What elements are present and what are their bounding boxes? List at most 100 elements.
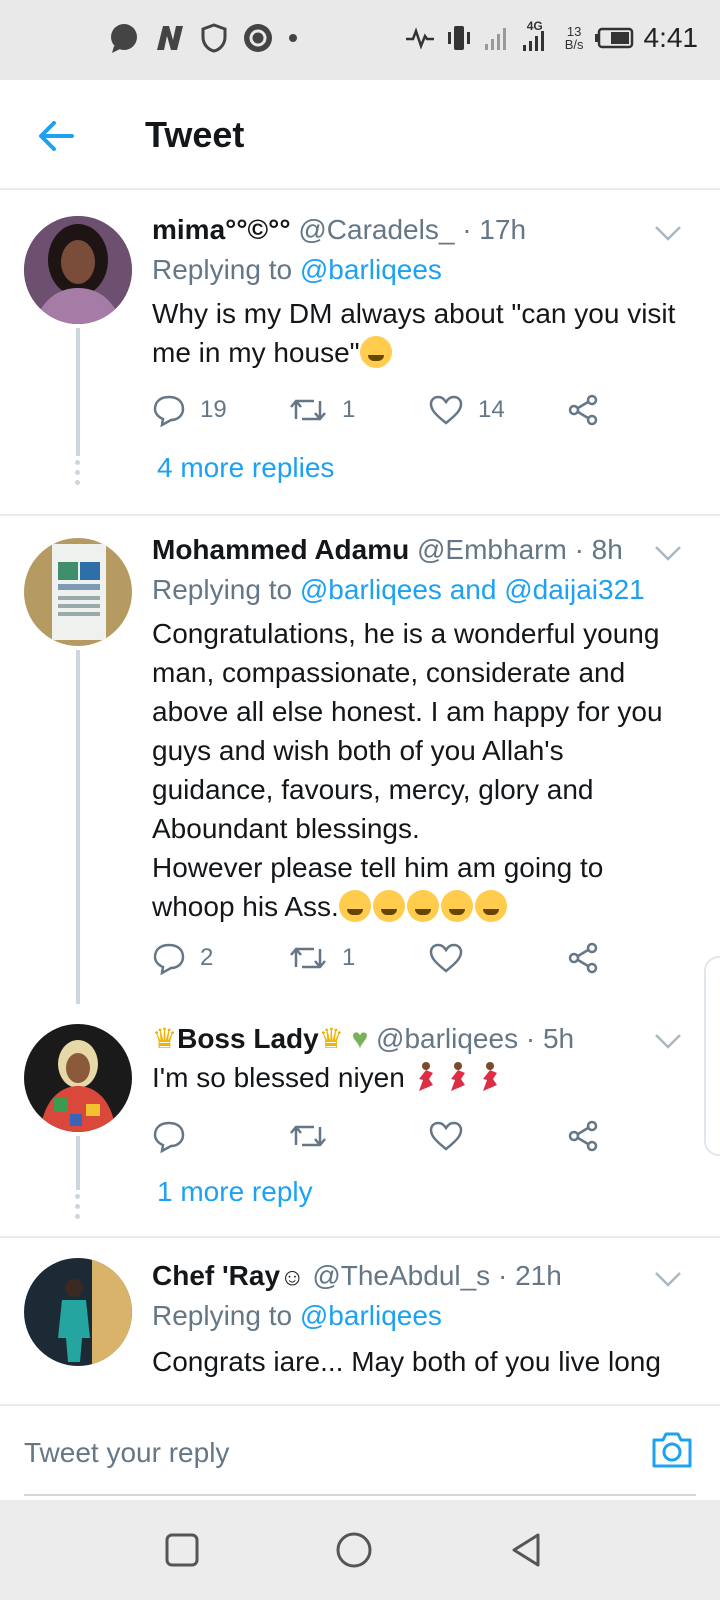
thread-dots	[75, 460, 81, 490]
replying-to: Replying to @barliqees	[152, 254, 442, 286]
tweet-actions: 2 1	[152, 938, 622, 978]
status-system-icons: 4G 13 B/s 4:41	[405, 19, 698, 54]
avatar[interactable]	[24, 1024, 132, 1132]
avatar[interactable]	[24, 216, 132, 324]
chevron-down-icon[interactable]	[654, 224, 682, 242]
tweet-text: Congrats iare... May both of you live lo…	[152, 1346, 661, 1377]
tweet-text-line: However please tell him am going to	[152, 852, 604, 883]
recents-square-icon[interactable]	[162, 1530, 202, 1570]
tweet-text: I'm so blessed niyen	[152, 1058, 707, 1097]
timestamp: · 17h	[462, 214, 527, 245]
crown-emoji: ♛	[152, 1023, 178, 1054]
speed-unit: B/s	[564, 37, 584, 52]
tweet-text-line: Aboundant blessings.	[152, 813, 420, 844]
n-app-icon	[157, 26, 183, 50]
network-speed: 13 B/s	[565, 25, 584, 51]
retweet-count: 1	[342, 944, 356, 971]
retweet-button[interactable]: 1	[288, 938, 355, 978]
username[interactable]: @Caradels_	[298, 214, 454, 245]
display-name[interactable]: mima°°©°°	[152, 214, 291, 245]
display-name-wrap[interactable]: ♛Boss Lady♛ ♥	[152, 1023, 368, 1054]
reply-count: 2	[200, 944, 214, 971]
reply-button[interactable]: 2	[152, 938, 213, 978]
tweet-actions	[152, 1116, 622, 1156]
tweet-text-line: guidance, favours, mercy, glory and	[152, 774, 594, 805]
like-button[interactable]: 14	[428, 390, 505, 430]
share-icon	[568, 394, 598, 426]
reply-icon	[153, 395, 185, 427]
composer-underline	[24, 1494, 696, 1496]
tweet-text: Why is my DM always about "can you visit…	[152, 294, 707, 372]
page-title: Tweet	[145, 114, 245, 155]
signal-icon	[484, 28, 506, 50]
chat-bubble-icon	[111, 24, 137, 53]
share-icon	[568, 1120, 598, 1152]
laughing-emoji	[474, 890, 507, 922]
thread-dots	[75, 1194, 81, 1224]
eye-roll-emoji	[338, 890, 371, 922]
reply-tweet[interactable]: ♛Boss Lady♛ ♥ @barliqees · 5h I'm so ble…	[0, 1008, 720, 1234]
reply-button[interactable]	[152, 1116, 200, 1156]
tears-of-joy-emoji	[406, 890, 439, 922]
grin-emoji	[372, 890, 405, 922]
more-replies-link[interactable]: 4 more replies	[157, 452, 334, 484]
display-name[interactable]: Chef 'Ray	[152, 1260, 280, 1291]
retweet-icon	[290, 947, 326, 969]
reply-tweet[interactable]: mima°°©°° @Caradels_ · 17h Replying to @…	[0, 196, 720, 514]
share-button[interactable]	[566, 390, 600, 430]
timestamp: · 5h	[525, 1023, 575, 1054]
mention-link[interactable]: @barliqees	[300, 254, 442, 285]
share-button[interactable]	[566, 1116, 600, 1156]
replying-to: Replying to @barliqees	[152, 1300, 442, 1332]
vibrate-icon	[447, 26, 470, 50]
reply-input[interactable]: Tweet your reply	[24, 1424, 614, 1482]
reply-composer: Tweet your reply	[0, 1404, 720, 1500]
username[interactable]: @barliqees	[376, 1023, 518, 1054]
reply-tweet[interactable]: Chef 'Ray☺ @TheAbdul_s · 21h Replying to…	[0, 1238, 720, 1404]
tweet-text-line: man, compassionate, considerate and	[152, 657, 626, 688]
chevron-down-icon[interactable]	[654, 544, 682, 562]
tweet-text: Congratulations, he is a wonderful young…	[152, 614, 712, 926]
tweet-header: Mohammed Adamu @Embharm · 8h	[152, 534, 623, 566]
retweet-button[interactable]: 1	[288, 390, 355, 430]
system-nav-bar	[0, 1500, 720, 1600]
chevron-down-icon[interactable]	[654, 1270, 682, 1288]
like-button[interactable]	[428, 1116, 478, 1156]
chef-emoji: ☺	[280, 1264, 305, 1291]
reply-tweet[interactable]: Mohammed Adamu @Embharm · 8h Replying to…	[0, 516, 720, 1004]
avatar[interactable]	[24, 538, 132, 646]
scroll-edge-handle[interactable]	[704, 956, 720, 1156]
retweet-button[interactable]	[288, 1116, 342, 1156]
display-name: Boss Lady	[177, 1023, 319, 1054]
display-name[interactable]: Mohammed Adamu	[152, 534, 409, 565]
replying-label: Replying to	[152, 1300, 293, 1331]
tweet-text-line: guys and wish both of you Allah's	[152, 735, 564, 766]
tweet-text-line-last: whoop his Ass.	[152, 887, 712, 926]
replying-to: Replying to @barliqees and @daijai321	[152, 574, 645, 606]
like-button[interactable]	[428, 938, 478, 978]
reply-button[interactable]: 19	[152, 390, 227, 430]
back-triangle-icon[interactable]	[506, 1530, 546, 1570]
avatar[interactable]	[24, 1258, 132, 1366]
chevron-down-icon[interactable]	[654, 1032, 682, 1050]
tweet-text-line: above all else honest. I am happy for yo…	[152, 696, 663, 727]
app-swirl-icon	[244, 24, 272, 52]
tired-face-emoji	[359, 336, 392, 368]
more-replies-link[interactable]: 1 more reply	[157, 1176, 313, 1208]
share-button[interactable]	[566, 938, 600, 978]
camera-icon[interactable]	[650, 1430, 694, 1470]
retweet-icon	[290, 1125, 326, 1147]
username[interactable]: @TheAbdul_s	[312, 1260, 490, 1291]
mention-link[interactable]: @barliqees and @daijai321	[300, 574, 645, 605]
username[interactable]: @Embharm	[417, 534, 567, 565]
arrow-left-icon[interactable]	[32, 112, 80, 160]
mention-link[interactable]: @barliqees	[300, 1300, 442, 1331]
dancer-emoji	[482, 1062, 497, 1091]
home-circle-icon[interactable]	[334, 1530, 374, 1570]
timestamp: · 8h	[574, 534, 623, 565]
tweet-header: ♛Boss Lady♛ ♥ @barliqees · 5h	[152, 1022, 574, 1055]
reply-icon	[153, 943, 185, 975]
dancer-emoji	[450, 1062, 465, 1091]
reply-feed[interactable]: mima°°©°° @Caradels_ · 17h Replying to @…	[0, 196, 720, 1404]
activity-icon	[405, 27, 434, 50]
